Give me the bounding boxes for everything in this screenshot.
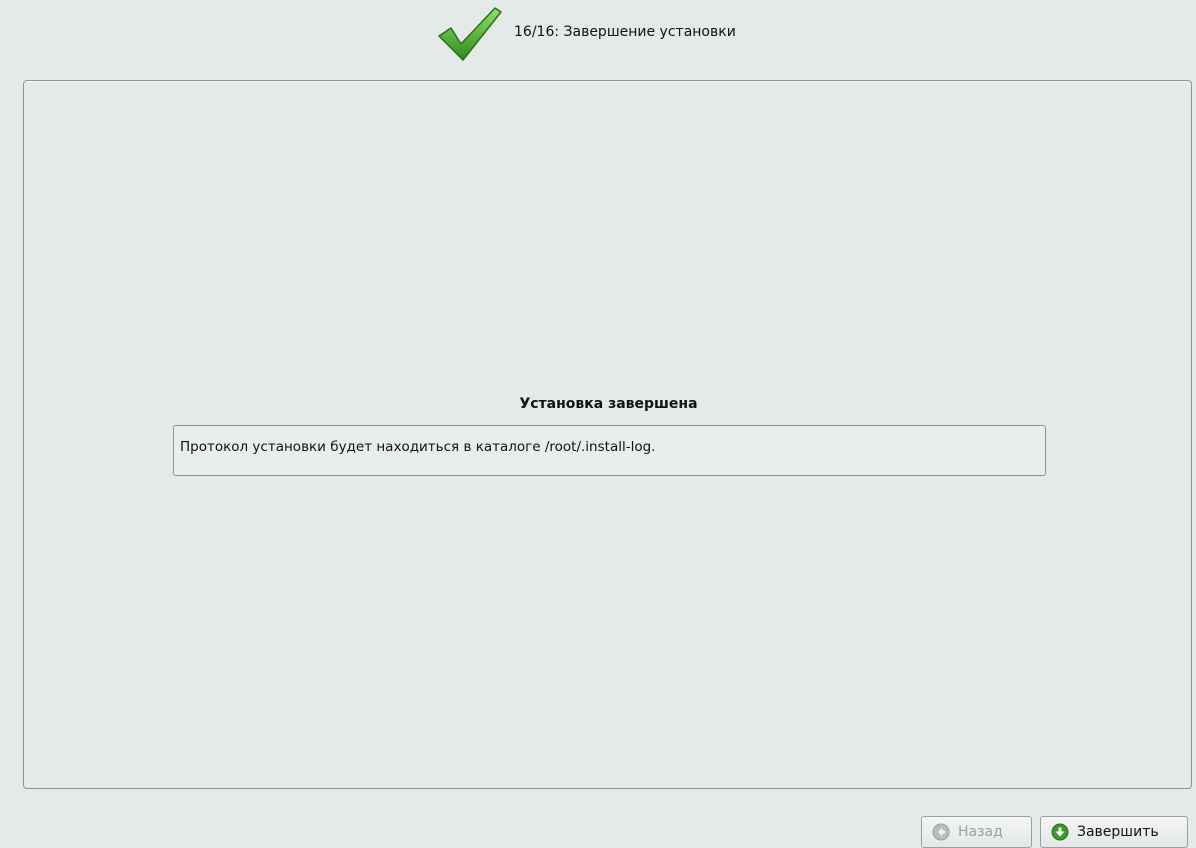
main-panel: Установка завершена Протокол установки б… <box>23 80 1192 789</box>
header: 16/16: Завершение установки <box>0 0 1196 70</box>
finish-button[interactable]: Завершить <box>1040 816 1188 848</box>
result-heading: Установка завершена <box>519 396 698 412</box>
back-button[interactable]: Назад <box>921 816 1032 848</box>
checkmark-icon <box>438 7 502 61</box>
message-box: Протокол установки будет находиться в ка… <box>173 425 1046 476</box>
back-button-label: Назад <box>958 824 1003 840</box>
step-title: 16/16: Завершение установки <box>514 24 736 40</box>
arrow-down-icon <box>1051 823 1069 841</box>
arrow-left-icon <box>932 823 950 841</box>
finish-button-label: Завершить <box>1077 824 1159 840</box>
message-text: Протокол установки будет находиться в ка… <box>180 439 656 455</box>
